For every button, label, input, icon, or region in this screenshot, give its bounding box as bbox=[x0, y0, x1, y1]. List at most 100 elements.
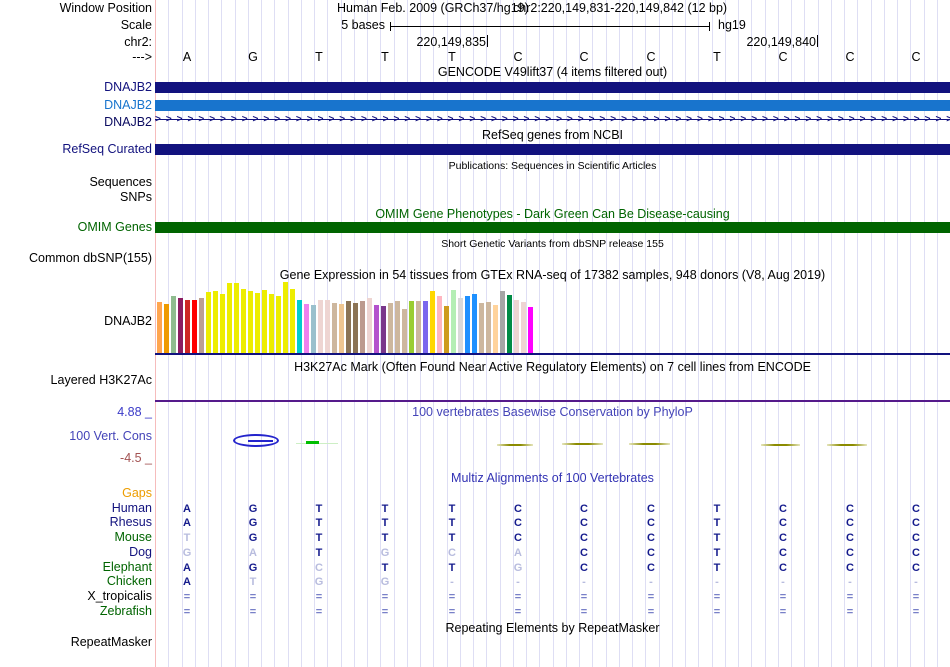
multiz-row-label-dog[interactable]: Dog bbox=[129, 546, 152, 559]
align-letter: - bbox=[582, 576, 586, 588]
align-letter: A bbox=[183, 562, 191, 574]
align-letter: = bbox=[648, 591, 654, 603]
align-letter: - bbox=[649, 576, 653, 588]
align-letter: C bbox=[647, 503, 655, 515]
align-letter: C bbox=[779, 532, 787, 544]
align-letter: = bbox=[780, 606, 786, 618]
align-letter: G bbox=[249, 503, 258, 515]
multiz-row-label-mouse[interactable]: Mouse bbox=[114, 531, 152, 544]
align-letter: C bbox=[846, 562, 854, 574]
align-letter: T bbox=[382, 503, 389, 515]
align-letter: - bbox=[516, 576, 520, 588]
align-letter: - bbox=[781, 576, 785, 588]
align-letter: C bbox=[846, 532, 854, 544]
align-letter: = bbox=[648, 606, 654, 618]
align-letter: T bbox=[382, 562, 389, 574]
align-letter: G bbox=[381, 547, 390, 559]
align-letter: C bbox=[580, 503, 588, 515]
align-letter: A bbox=[183, 503, 191, 515]
align-letter: = bbox=[449, 591, 455, 603]
align-letter: T bbox=[449, 532, 456, 544]
align-letter: T bbox=[316, 547, 323, 559]
align-letter: - bbox=[848, 576, 852, 588]
align-letter: = bbox=[184, 606, 190, 618]
align-letter: T bbox=[449, 562, 456, 574]
align-letter: = bbox=[714, 591, 720, 603]
align-letter: = bbox=[913, 591, 919, 603]
align-letter: G bbox=[249, 517, 258, 529]
repeatmasker-track-title: Repeating Elements by RepeatMasker bbox=[155, 622, 950, 635]
align-letter: = bbox=[316, 606, 322, 618]
align-letter: G bbox=[315, 576, 324, 588]
align-letter: G bbox=[249, 532, 258, 544]
multiz-row-label-human[interactable]: Human bbox=[112, 502, 152, 515]
align-letter: = bbox=[250, 591, 256, 603]
align-letter: = bbox=[581, 606, 587, 618]
align-letter: = bbox=[515, 606, 521, 618]
align-letter: C bbox=[514, 503, 522, 515]
multiz-row-label-x-tropicalis[interactable]: X_tropicalis bbox=[87, 590, 152, 603]
align-letter: C bbox=[912, 562, 920, 574]
align-letter: G bbox=[514, 562, 523, 574]
align-letter: C bbox=[580, 547, 588, 559]
align-letter: C bbox=[647, 517, 655, 529]
align-letter: G bbox=[183, 547, 192, 559]
align-letter: = bbox=[382, 591, 388, 603]
align-letter: C bbox=[912, 517, 920, 529]
align-letter: = bbox=[382, 606, 388, 618]
align-letter: C bbox=[779, 562, 787, 574]
align-letter: C bbox=[779, 503, 787, 515]
align-letter: C bbox=[514, 517, 522, 529]
multiz-row-label-zebrafish[interactable]: Zebrafish bbox=[100, 605, 152, 618]
multiz-row-label-chicken[interactable]: Chicken bbox=[107, 575, 152, 588]
align-letter: - bbox=[914, 576, 918, 588]
align-letter: T bbox=[714, 532, 721, 544]
align-letter: = bbox=[250, 606, 256, 618]
align-letter: C bbox=[647, 532, 655, 544]
align-letter: T bbox=[316, 517, 323, 529]
genome-browser-image: Window Position Human Feb. 2009 (GRCh37/… bbox=[0, 0, 950, 667]
align-letter: C bbox=[647, 562, 655, 574]
align-letter: A bbox=[514, 547, 522, 559]
align-letter: C bbox=[846, 547, 854, 559]
align-letter: C bbox=[514, 532, 522, 544]
align-letter: A bbox=[249, 547, 257, 559]
align-letter: C bbox=[846, 517, 854, 529]
align-letter: = bbox=[184, 591, 190, 603]
align-letter: = bbox=[780, 591, 786, 603]
align-letter: T bbox=[449, 517, 456, 529]
align-letter: = bbox=[515, 591, 521, 603]
align-letter: T bbox=[316, 532, 323, 544]
align-letter: C bbox=[779, 547, 787, 559]
multiz-row-label-rhesus[interactable]: Rhesus bbox=[110, 516, 152, 529]
multiz-row-label-gaps[interactable]: Gaps bbox=[122, 487, 152, 500]
align-letter: C bbox=[580, 517, 588, 529]
align-letter: A bbox=[183, 576, 191, 588]
align-letter: C bbox=[779, 517, 787, 529]
align-letter: T bbox=[382, 517, 389, 529]
align-letter: T bbox=[714, 503, 721, 515]
multiz-row-label-elephant[interactable]: Elephant bbox=[103, 561, 152, 574]
align-letter: G bbox=[381, 576, 390, 588]
align-letter: G bbox=[249, 562, 258, 574]
align-letter: = bbox=[714, 606, 720, 618]
align-letter: = bbox=[449, 606, 455, 618]
align-letter: T bbox=[449, 503, 456, 515]
align-letter: T bbox=[184, 532, 191, 544]
align-letter: - bbox=[450, 576, 454, 588]
align-letter: = bbox=[316, 591, 322, 603]
align-letter: C bbox=[315, 562, 323, 574]
align-letter: = bbox=[913, 606, 919, 618]
align-letter: C bbox=[912, 547, 920, 559]
align-letter: C bbox=[846, 503, 854, 515]
align-letter: - bbox=[715, 576, 719, 588]
align-letter: = bbox=[847, 606, 853, 618]
align-letter: T bbox=[316, 503, 323, 515]
align-letter: C bbox=[448, 547, 456, 559]
align-letter: C bbox=[912, 503, 920, 515]
align-letter: T bbox=[250, 576, 257, 588]
track-label-repeatmasker[interactable]: RepeatMasker bbox=[71, 636, 152, 649]
align-letter: C bbox=[912, 532, 920, 544]
align-letter: T bbox=[714, 562, 721, 574]
multiz-alignment-layer: GapsHumanAGTTTCCCTCCCRhesusAGTTTCCCTCCCM… bbox=[0, 0, 950, 667]
